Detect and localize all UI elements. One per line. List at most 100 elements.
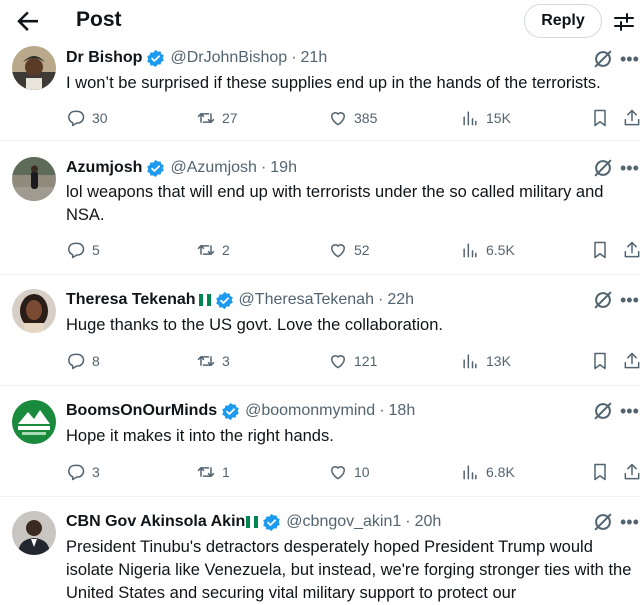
more-icon[interactable]: ••• <box>620 513 639 531</box>
timestamp[interactable]: 21h <box>301 49 328 67</box>
more-icon[interactable]: ••• <box>620 50 639 68</box>
repost-action[interactable]: 3 <box>196 349 230 373</box>
verified-badge-icon <box>147 159 165 177</box>
reply-action[interactable]: 3 <box>66 460 100 484</box>
comment-icon <box>68 242 85 259</box>
like-count: 10 <box>354 464 370 480</box>
repost-count: 27 <box>222 110 238 126</box>
verified-badge-icon <box>215 291 233 309</box>
repost-icon <box>197 467 215 477</box>
bookmark-icon <box>594 463 606 481</box>
bookmark-icon <box>594 352 606 370</box>
display-name[interactable]: Azumjosh <box>66 159 142 177</box>
repost-action[interactable]: 27 <box>196 106 238 130</box>
username[interactable]: @Azumjosh <box>170 159 257 177</box>
verified-badge-icon <box>222 402 239 420</box>
share-button[interactable] <box>622 238 640 262</box>
username[interactable]: @DrJohnBishop <box>170 49 287 67</box>
repost-count: 2 <box>222 242 230 258</box>
bookmark-button[interactable] <box>590 238 610 262</box>
username[interactable]: @TheresaTekenah <box>239 291 374 309</box>
adjust-button[interactable] <box>612 10 636 34</box>
like-action[interactable]: 385 <box>328 106 377 130</box>
comment-icon <box>68 110 85 127</box>
more-icon[interactable]: ••• <box>620 291 639 309</box>
share-icon <box>624 463 640 480</box>
reply-post[interactable]: Theresa Tekenah @TheresaTekenah · 22h ••… <box>0 275 640 385</box>
top-bar: Post Reply <box>0 0 640 44</box>
grok-icon[interactable] <box>592 511 614 533</box>
like-action[interactable]: 52 <box>328 238 370 262</box>
reply-post[interactable]: CBN Gov Akinsola Akin @cbngov_akin1 · 20… <box>0 497 640 602</box>
repost-action[interactable]: 2 <box>196 238 230 262</box>
action-bar: 8 3 121 13K <box>66 349 640 373</box>
views-action[interactable]: 15K <box>460 106 511 130</box>
username[interactable]: @boomonmymind <box>245 402 375 420</box>
avatar[interactable] <box>12 511 56 555</box>
bookmark-button[interactable] <box>590 460 610 484</box>
like-action[interactable]: 10 <box>328 460 370 484</box>
display-name[interactable]: BoomsOnOurMinds <box>66 402 217 420</box>
timestamp[interactable]: 18h <box>389 402 416 420</box>
post-text: lol weapons that will end up with terror… <box>66 183 604 224</box>
display-name[interactable]: Theresa Tekenah <box>66 291 196 309</box>
reply-count: 5 <box>92 242 100 258</box>
bookmark-button[interactable] <box>590 349 610 373</box>
repost-icon <box>197 113 215 123</box>
views-icon <box>463 111 477 126</box>
avatar[interactable] <box>12 289 56 333</box>
comment-icon <box>68 464 85 481</box>
more-icon[interactable]: ••• <box>620 159 639 177</box>
arrow-left-icon <box>17 11 38 31</box>
grok-icon[interactable] <box>592 400 614 422</box>
post-header: CBN Gov Akinsola Akin @cbngov_akin1 · 20… <box>66 513 442 531</box>
share-button[interactable] <box>622 349 640 373</box>
comment-icon <box>68 353 85 370</box>
reply-action[interactable]: 5 <box>66 238 100 262</box>
reply-button[interactable]: Reply <box>524 4 602 38</box>
repost-count: 1 <box>222 464 230 480</box>
like-action[interactable]: 121 <box>328 349 377 373</box>
grok-icon[interactable] <box>592 289 614 311</box>
views-action[interactable]: 6.8K <box>460 460 515 484</box>
heart-icon <box>330 466 346 480</box>
share-icon <box>624 352 640 369</box>
repost-action[interactable]: 1 <box>196 460 230 484</box>
timestamp[interactable]: 19h <box>270 159 297 177</box>
timestamp[interactable]: 20h <box>415 513 442 531</box>
views-icon <box>463 465 477 480</box>
display-name[interactable]: CBN Gov Akinsola Akin <box>66 513 245 531</box>
post-text: Hope it makes it into the right hands. <box>66 427 334 445</box>
views-icon <box>463 354 477 369</box>
post-header: Theresa Tekenah @TheresaTekenah · 22h <box>66 291 415 309</box>
action-bar: 5 2 52 6.5K <box>66 238 640 262</box>
reply-post[interactable]: Azumjosh @Azumjosh · 19h ••• lol weapons… <box>0 141 640 274</box>
page-title: Post <box>76 8 122 31</box>
views-action[interactable]: 13K <box>460 349 511 373</box>
reply-count: 3 <box>92 464 100 480</box>
timestamp[interactable]: 22h <box>387 291 414 309</box>
bookmark-icon <box>594 109 606 127</box>
reply-post[interactable]: BoomsOnOurMinds @boomonmymind · 18h ••• … <box>0 386 640 496</box>
reply-action[interactable]: 30 <box>66 106 108 130</box>
back-button[interactable] <box>10 6 42 38</box>
share-button[interactable] <box>622 106 640 130</box>
bookmark-button[interactable] <box>590 106 610 130</box>
heart-icon <box>330 112 346 126</box>
grok-icon[interactable] <box>592 157 614 179</box>
post-header: BoomsOnOurMinds @boomonmymind · 18h <box>66 402 416 420</box>
post-header: Azumjosh @Azumjosh · 19h <box>66 159 297 177</box>
more-icon[interactable]: ••• <box>620 402 639 420</box>
post-text: I won’t be surprised if these supplies e… <box>66 74 601 92</box>
view-count: 15K <box>486 110 511 126</box>
avatar[interactable] <box>12 157 56 201</box>
grok-icon[interactable] <box>592 48 614 70</box>
display-name[interactable]: Dr Bishop <box>66 49 142 67</box>
heart-icon <box>330 244 346 258</box>
username[interactable]: @cbngov_akin1 <box>286 513 401 531</box>
reply-action[interactable]: 8 <box>66 349 100 373</box>
share-button[interactable] <box>622 460 640 484</box>
avatar[interactable] <box>12 46 56 90</box>
avatar[interactable] <box>12 400 56 444</box>
views-action[interactable]: 6.5K <box>460 238 515 262</box>
